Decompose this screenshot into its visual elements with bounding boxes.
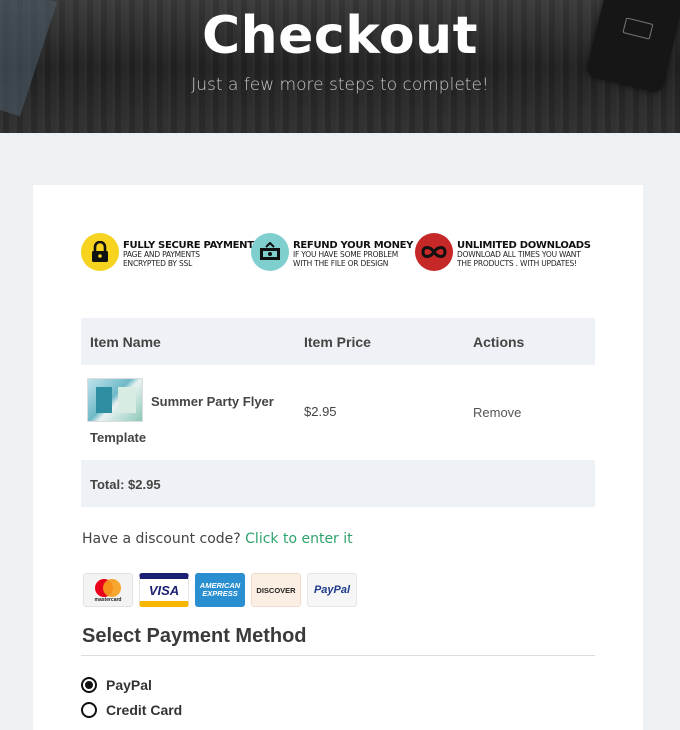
page-subtitle: Just a few more steps to complete! bbox=[191, 75, 489, 95]
lock-icon bbox=[81, 233, 119, 271]
cart-total: Total: $2.95 bbox=[90, 477, 161, 492]
divider bbox=[81, 655, 595, 656]
feature-desc-line2: with the file or design bbox=[293, 258, 389, 268]
american-express-logo: AMERICAN EXPRESS bbox=[195, 573, 245, 607]
table-row: Summer Party Flyer Template $2.95 Remove bbox=[81, 365, 595, 460]
radio-label-credit-card: Credit Card bbox=[106, 702, 183, 718]
product-name-continued: Template bbox=[90, 430, 147, 445]
checkout-card: Fully Secure Payments Page and payments … bbox=[33, 185, 643, 730]
radio-label-paypal: PayPal bbox=[106, 677, 152, 693]
page-title: Checkout bbox=[201, 6, 479, 66]
remove-item-link[interactable]: Remove bbox=[473, 405, 521, 420]
radio-credit-card[interactable] bbox=[81, 702, 97, 718]
discover-logo: DISCOVER bbox=[251, 573, 301, 607]
cart-table: Item Name Item Price Actions Summer Part… bbox=[81, 318, 595, 507]
product-name: Summer Party Flyer bbox=[151, 394, 274, 409]
product-price: $2.95 bbox=[304, 404, 337, 419]
money-icon bbox=[251, 233, 289, 271]
feature-desc-line2: encrypted by SSL bbox=[123, 258, 193, 268]
radio-paypal[interactable] bbox=[81, 677, 97, 693]
paypal-logo: PayPal bbox=[307, 573, 357, 607]
hero-banner: Checkout Just a few more steps to comple… bbox=[0, 0, 680, 133]
visa-logo: VISA bbox=[139, 573, 189, 607]
discount-label: Have a discount code? bbox=[82, 531, 241, 547]
table-footer: Total: $2.95 bbox=[81, 460, 595, 507]
product-thumbnail[interactable] bbox=[87, 378, 143, 422]
infinity-icon bbox=[415, 233, 453, 271]
column-header-item-price: Item Price bbox=[304, 334, 371, 350]
table-header: Item Name Item Price Actions bbox=[81, 318, 595, 365]
feature-desc-line2: the products . with updates! bbox=[457, 258, 577, 268]
column-header-item-name: Item Name bbox=[90, 334, 161, 350]
discount-link[interactable]: Click to enter it bbox=[245, 531, 353, 547]
discount-prompt: Have a discount code? Click to enter it bbox=[82, 531, 353, 547]
feature-badges: Fully Secure Payments Page and payments … bbox=[81, 233, 601, 273]
payment-method-title: Select Payment Method bbox=[82, 625, 307, 647]
payment-option-credit-card[interactable]: Credit Card bbox=[81, 700, 182, 720]
mastercard-logo: mastercard bbox=[83, 573, 133, 607]
payment-option-paypal[interactable]: PayPal bbox=[81, 675, 152, 695]
column-header-actions: Actions bbox=[473, 334, 525, 350]
